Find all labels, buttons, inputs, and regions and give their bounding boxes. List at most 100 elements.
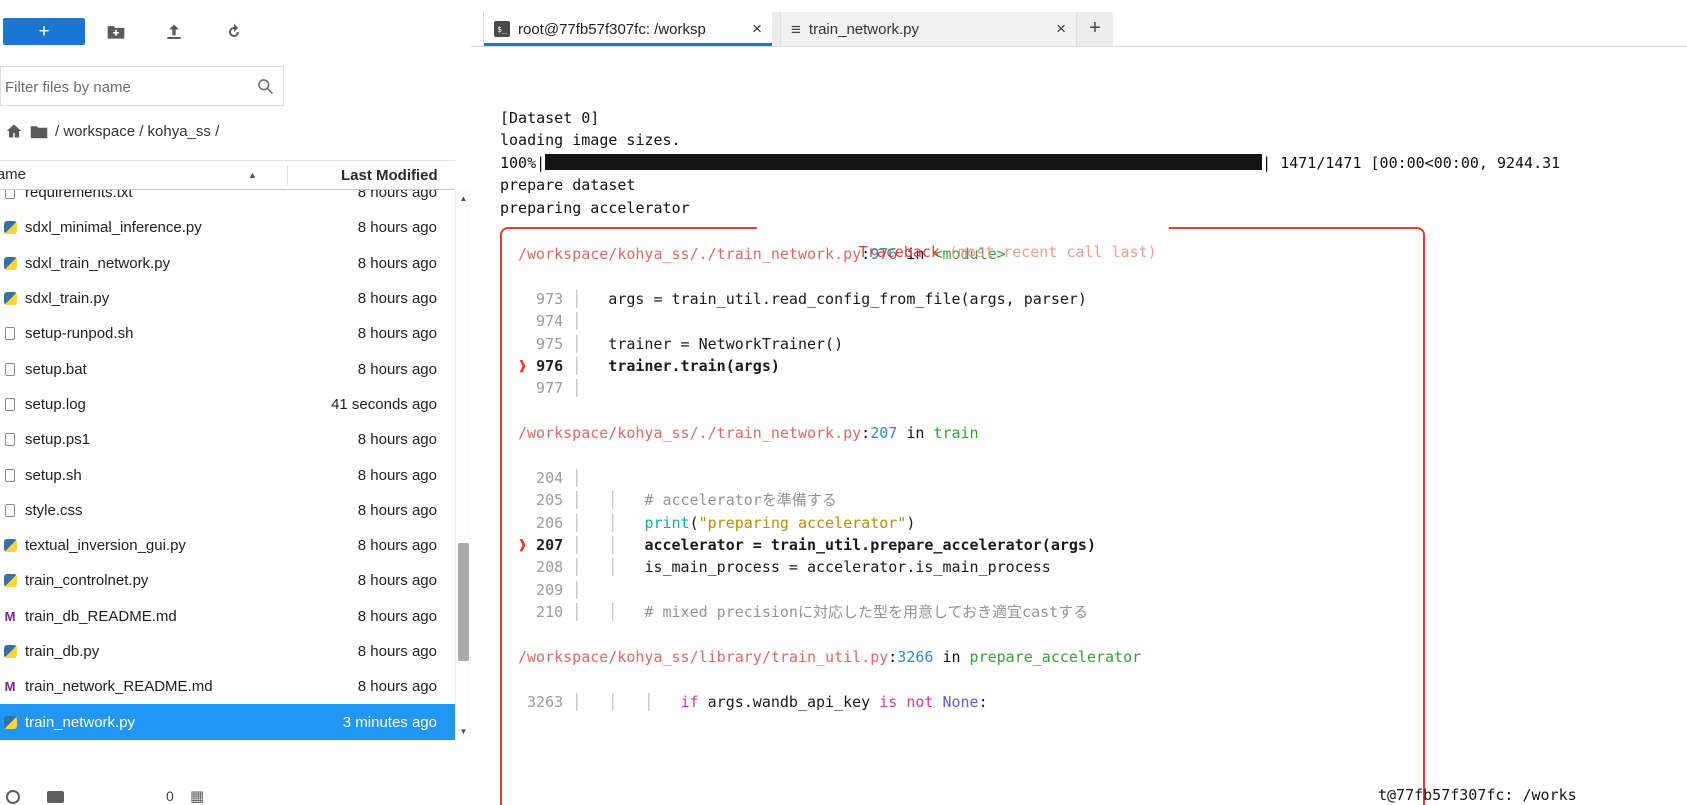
file-icon-cell (2, 539, 18, 553)
text-segment: : (978, 692, 988, 711)
text-segment: "preparing accelerator" (698, 513, 907, 532)
upload-button[interactable] (164, 21, 186, 43)
terminal[interactable]: [Dataset 0] loading image sizes. 100%| | 14… (471, 47, 1687, 805)
close-icon[interactable]: × (744, 19, 762, 39)
file-name: train_network_README.md (25, 678, 213, 696)
text-segment: in (933, 647, 970, 666)
text-segment: │ │ │ (572, 692, 681, 711)
traceback-line (518, 265, 1423, 287)
traceback-line: 973 │ args = train_util.read_config_from… (518, 288, 1423, 310)
text-segment: ❱ (518, 356, 537, 375)
text-segment: │ (572, 468, 582, 487)
file-row[interactable]: setup.ps1 8 hours ago (0, 422, 455, 457)
breadcrumb-path[interactable]: / workspace / kohya_ss / (55, 123, 219, 140)
text-segment: in (897, 424, 934, 443)
text-segment: 204 (518, 468, 573, 487)
file-name: sdxl_minimal_inference.py (25, 219, 202, 237)
text-segment (897, 693, 906, 711)
new-launcher-button[interactable]: + (3, 18, 85, 45)
file-row[interactable]: Mtrain_network_README.md 8 hours ago (0, 669, 455, 704)
text-segment: 209 (518, 580, 573, 599)
file-icon (5, 433, 15, 447)
terminal-status-icon[interactable] (47, 791, 64, 803)
new-folder-button[interactable] (106, 21, 128, 43)
traceback-body: /workspace/kohya_ss/./train_network.py: 9… (518, 243, 1423, 713)
scrollbar-thumb[interactable] (458, 543, 469, 661)
file-row[interactable]: style.css 8 hours ago (0, 493, 455, 528)
folder-icon[interactable] (30, 124, 48, 139)
markdown-icon: M (4, 679, 16, 695)
filter-box (0, 66, 284, 106)
file-row[interactable]: sdxl_train_network.py 8 hours ago (0, 246, 455, 281)
kernel-status-icon[interactable] (6, 790, 20, 804)
scroll-up-icon[interactable]: ▲ (456, 194, 471, 203)
progress-bar (545, 153, 1263, 170)
text-segment: │ │ (572, 513, 645, 532)
file-modified: 8 hours ago (357, 572, 437, 590)
refresh-button[interactable] (224, 21, 246, 43)
text-segment: 975 (518, 334, 573, 353)
tab-terminal[interactable]: $_ root@77fb57f307fc: /worksp × (483, 12, 772, 46)
filter-input[interactable] (3, 68, 245, 106)
python-icon (3, 221, 17, 235)
file-row[interactable]: textual_inversion_gui.py 8 hours ago (0, 528, 455, 563)
text-segment: │ (572, 580, 582, 599)
file-icon (5, 362, 15, 376)
file-icon-cell (2, 221, 18, 235)
text-segment: /workspace/kohya_ss/library/train_util.p… (518, 647, 889, 666)
file-row[interactable]: setup.bat 8 hours ago (0, 351, 455, 386)
breadcrumb[interactable]: / workspace / kohya_ss / (5, 119, 219, 143)
terminal-line: 100%| | 1471/1471 [00:00<00:00, 9244.31 (500, 152, 1687, 174)
column-header-modified[interactable]: Last Modified (341, 165, 438, 186)
file-modified: 8 hours ago (357, 678, 437, 696)
text-segment: # mixed precisionに対応した型を用意しておき適宜castする (644, 603, 1089, 622)
close-icon[interactable]: × (1048, 19, 1066, 39)
status-grid-icon[interactable]: ▦ (190, 787, 204, 805)
text-segment: │ │ (572, 491, 645, 510)
markdown-icon: M (4, 608, 16, 624)
text-segment: [Dataset 0] (500, 109, 600, 127)
text-segment: preparing accelerator (500, 198, 690, 217)
file-icon-cell: M (2, 679, 18, 694)
file-row[interactable]: setup.sh 8 hours ago (0, 457, 455, 492)
scroll-down-icon[interactable]: ▼ (456, 727, 471, 736)
traceback-subtitle-text: (most recent call last) (948, 242, 1157, 261)
file-list-scrollbar[interactable]: ▲ ▼ (455, 190, 471, 740)
file-icon-cell (2, 256, 18, 270)
file-name: setup-runpod.sh (25, 325, 134, 343)
file-modified: 8 hours ago (357, 190, 437, 202)
sort-ascending-icon[interactable]: ▲ (248, 170, 257, 180)
tab-label: root@77fb57f307fc: /worksp (518, 20, 706, 38)
column-header-name[interactable]: Name (0, 166, 26, 183)
traceback-line: 208 │ │ is_main_process = accelerator.is… (518, 556, 1423, 578)
file-row[interactable]: train_network.py 3 minutes ago (0, 704, 455, 740)
file-name: sdxl_train_network.py (25, 254, 171, 272)
file-row[interactable]: requirements.txt 8 hours ago (0, 190, 455, 210)
new-tab-button[interactable]: + (1077, 12, 1113, 46)
file-row[interactable]: sdxl_train.py 8 hours ago (0, 281, 455, 316)
text-icon (5, 190, 15, 200)
file-modified: 8 hours ago (357, 254, 437, 272)
file-row[interactable]: train_controlnet.py 8 hours ago (0, 563, 455, 598)
traceback-line (518, 400, 1423, 422)
text-segment: accelerator = train_util.prepare_acceler… (644, 536, 1096, 555)
python-icon (3, 292, 17, 306)
file-row[interactable]: train_db.py 8 hours ago (0, 634, 455, 669)
file-name: train_network.py (25, 713, 136, 731)
text-segment: │ │ (572, 603, 645, 622)
file-name: setup.log (25, 395, 86, 413)
traceback-line (518, 668, 1423, 690)
file-row[interactable]: Mtrain_db_README.md 8 hours ago (0, 599, 455, 634)
home-icon[interactable] (5, 123, 23, 139)
text-segment: loading image sizes. (500, 131, 681, 150)
file-browser-panel: + Filter files by name / workspace / koh… (0, 0, 471, 805)
file-row[interactable]: setup.log 41 seconds ago (0, 387, 455, 422)
terminal-output: [Dataset 0] loading image sizes. 100%| | 14… (500, 107, 1687, 219)
file-modified: 8 hours ago (357, 290, 437, 308)
text-segment: │ (572, 334, 582, 353)
file-row[interactable]: sdxl_minimal_inference.py 8 hours ago (0, 210, 455, 245)
tab-train-network-py[interactable]: ≡ train_network.py × (780, 12, 1077, 46)
text-segment: trainer = NetworkTrainer() (581, 334, 844, 353)
file-row[interactable]: setup-runpod.sh 8 hours ago (0, 316, 455, 351)
traceback-title-text: Traceback (858, 242, 940, 261)
